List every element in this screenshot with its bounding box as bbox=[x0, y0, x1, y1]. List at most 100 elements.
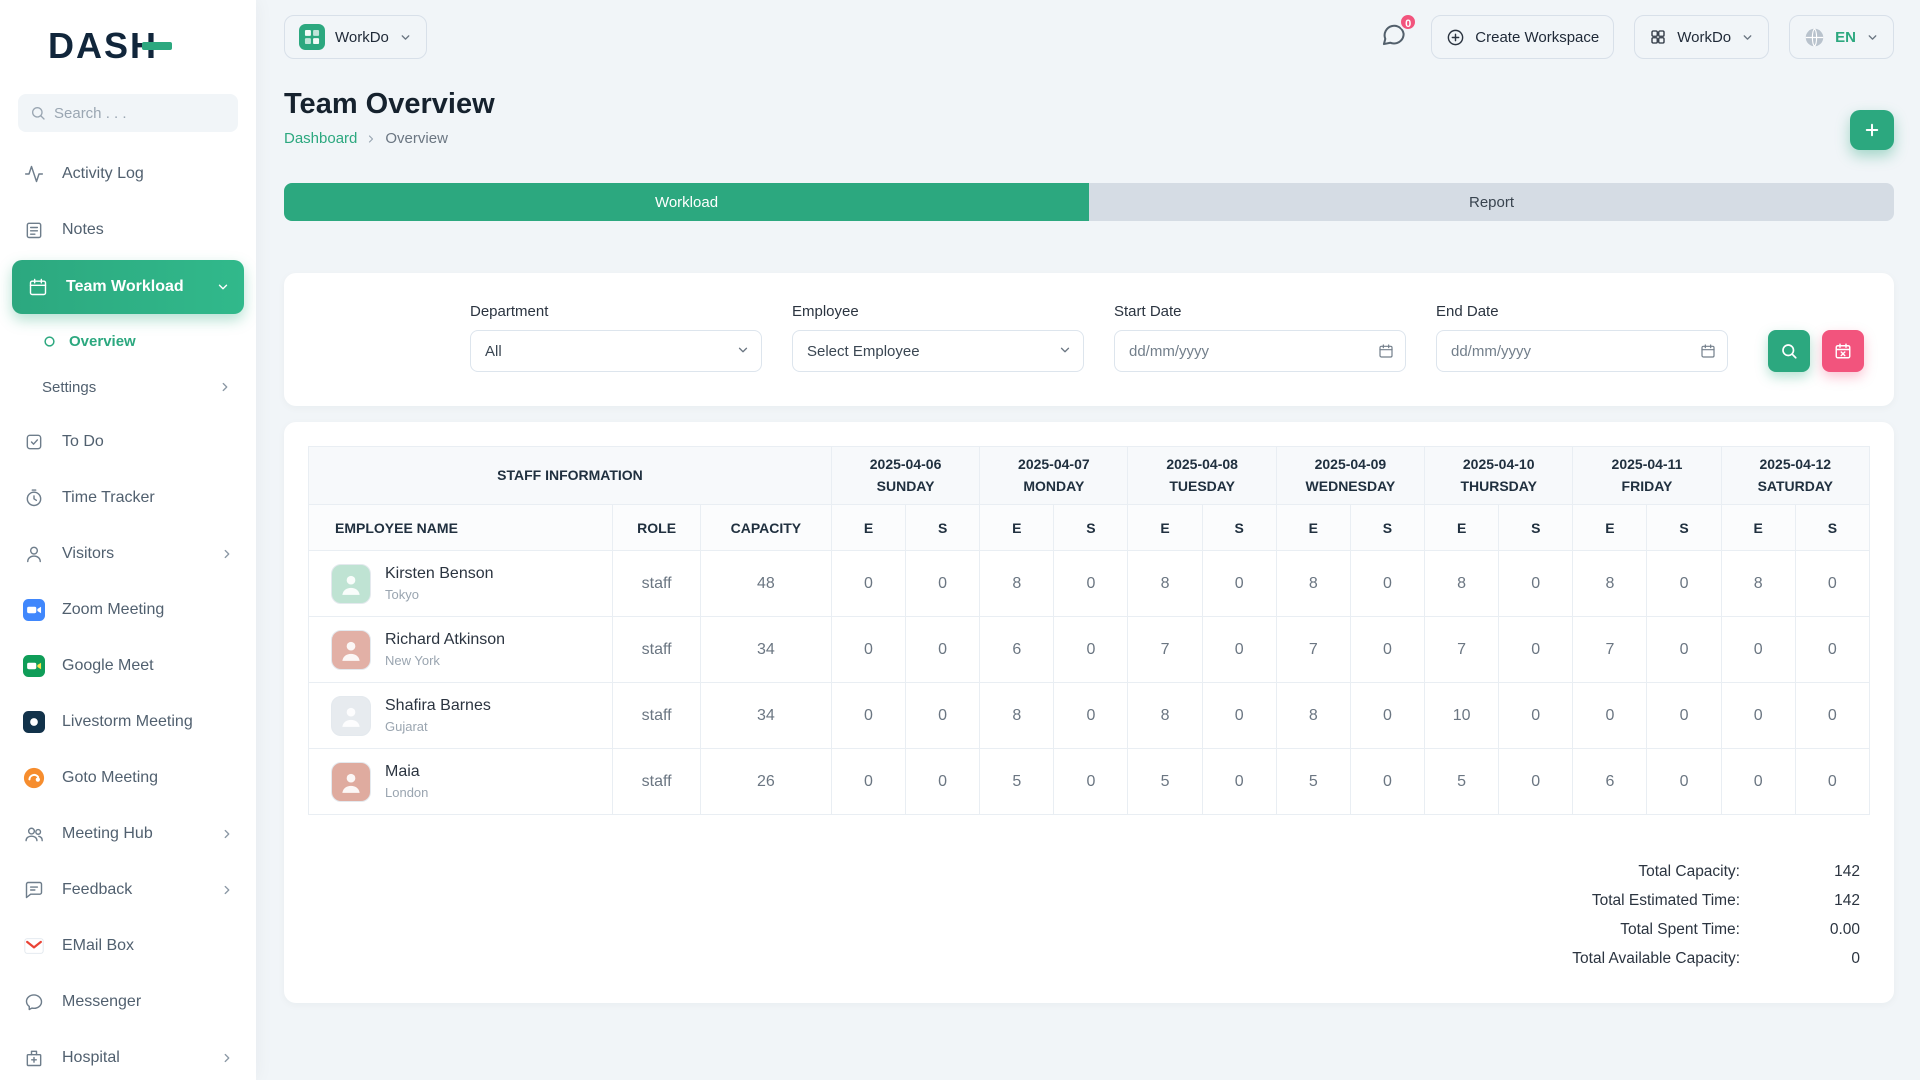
sidebar-item-label: Team Workload bbox=[66, 278, 184, 296]
spent-cell: 0 bbox=[1054, 749, 1128, 815]
sidebar-subitem-settings[interactable]: Settings bbox=[0, 364, 256, 410]
add-button[interactable] bbox=[1850, 110, 1894, 150]
sidebar-item-email-box[interactable]: EMail Box bbox=[0, 918, 256, 974]
estimate-cell: 7 bbox=[1573, 617, 1647, 683]
spent-header: S bbox=[1499, 505, 1573, 551]
sidebar-item-time-tracker[interactable]: Time Tracker bbox=[0, 470, 256, 526]
spent-header: S bbox=[906, 505, 980, 551]
estimate-cell: 0 bbox=[831, 683, 905, 749]
spent-cell: 0 bbox=[1499, 749, 1573, 815]
table-row: Richard AtkinsonNew Yorkstaff34006070707… bbox=[309, 617, 1870, 683]
department-select[interactable]: All bbox=[470, 330, 762, 372]
sidebar-item-livestorm-meeting[interactable]: Livestorm Meeting bbox=[0, 694, 256, 750]
grid-icon bbox=[1649, 28, 1667, 46]
overview-dot-icon bbox=[42, 334, 57, 349]
sidebar-item-label: EMail Box bbox=[62, 937, 134, 955]
table-row: Shafira BarnesGujaratstaff34008080801000… bbox=[309, 683, 1870, 749]
staff-information-header: STAFF INFORMATION bbox=[309, 447, 832, 505]
sidebar-subitem-overview[interactable]: Overview bbox=[0, 318, 256, 364]
sidebar-item-label: Livestorm Meeting bbox=[62, 713, 193, 731]
workload-table: STAFF INFORMATION 2025-04-06SUNDAY2025-0… bbox=[308, 446, 1870, 815]
end-date-field: End Date bbox=[1436, 303, 1728, 372]
employee-name: Richard Atkinson bbox=[385, 631, 505, 649]
apps-dropdown-button[interactable]: WorkDo bbox=[1634, 15, 1769, 59]
capacity-cell: 34 bbox=[700, 683, 831, 749]
role-header: ROLE bbox=[613, 505, 700, 551]
employee-location: Tokyo bbox=[385, 587, 494, 602]
spent-cell: 0 bbox=[1350, 683, 1424, 749]
sidebar-item-visitors[interactable]: Visitors bbox=[0, 526, 256, 582]
sidebar-item-hospital[interactable]: Hospital bbox=[0, 1030, 256, 1080]
day-header: 2025-04-07MONDAY bbox=[980, 447, 1128, 505]
table-row: MaiaLondonstaff2600505050506000 bbox=[309, 749, 1870, 815]
sidebar-item-goto-meeting[interactable]: Goto Meeting bbox=[0, 750, 256, 806]
search-icon bbox=[30, 105, 46, 121]
sidebar-item-feedback[interactable]: Feedback bbox=[0, 862, 256, 918]
create-workspace-button[interactable]: Create Workspace bbox=[1431, 15, 1614, 59]
sidebar-submenu: Overview Settings bbox=[0, 316, 256, 414]
sidebar-item-label: Hospital bbox=[62, 1049, 120, 1067]
sidebar-item-activity-log[interactable]: Activity Log bbox=[0, 146, 256, 202]
plus-icon bbox=[1863, 121, 1881, 139]
estimate-cell: 0 bbox=[1721, 683, 1795, 749]
employee-cell: Kirsten BensonTokyo bbox=[309, 551, 613, 617]
spent-cell: 0 bbox=[906, 617, 980, 683]
sidebar-item-label: Activity Log bbox=[62, 165, 144, 183]
estimate-cell: 7 bbox=[1276, 617, 1350, 683]
role-cell: staff bbox=[613, 749, 700, 815]
total-label: Total Capacity: bbox=[1638, 863, 1740, 881]
sidebar-item-google-meet[interactable]: Google Meet bbox=[0, 638, 256, 694]
day-weekday: SUNDAY bbox=[832, 476, 979, 498]
day-date: 2025-04-10 bbox=[1425, 454, 1572, 476]
end-date-label: End Date bbox=[1436, 303, 1728, 320]
sidebar-item-messenger[interactable]: Messenger bbox=[0, 974, 256, 1030]
search-filter-button[interactable] bbox=[1768, 330, 1810, 372]
sidebar-item-zoom-meeting[interactable]: Zoom Meeting bbox=[0, 582, 256, 638]
users-icon bbox=[22, 822, 46, 846]
estimate-header: E bbox=[1573, 505, 1647, 551]
sidebar-item-team-workload[interactable]: Team Workload bbox=[12, 260, 244, 314]
sidebar-item-notes[interactable]: Notes bbox=[0, 202, 256, 258]
total-label: Total Available Capacity: bbox=[1572, 950, 1740, 968]
estimate-cell: 7 bbox=[1425, 617, 1499, 683]
sidebar-item-label: Feedback bbox=[62, 881, 132, 899]
employee-name: Shafira Barnes bbox=[385, 697, 491, 715]
estimate-cell: 5 bbox=[1276, 749, 1350, 815]
sidebar-item-to-do[interactable]: To Do bbox=[0, 414, 256, 470]
chat-button[interactable]: 0 bbox=[1380, 21, 1407, 53]
day-header: 2025-04-10THURSDAY bbox=[1425, 447, 1573, 505]
spent-cell: 0 bbox=[1054, 683, 1128, 749]
sidebar-item-meeting-hub[interactable]: Meeting Hub bbox=[0, 806, 256, 862]
estimate-cell: 5 bbox=[1128, 749, 1202, 815]
search-input[interactable] bbox=[18, 94, 238, 132]
spent-cell: 0 bbox=[1795, 683, 1869, 749]
tab-workload[interactable]: Workload bbox=[284, 183, 1089, 221]
language-dropdown-button[interactable]: EN bbox=[1789, 15, 1894, 59]
estimate-header: E bbox=[1425, 505, 1499, 551]
breadcrumb-dashboard-link[interactable]: Dashboard bbox=[284, 130, 357, 147]
spent-cell: 0 bbox=[1054, 551, 1128, 617]
breadcrumb-current: Overview bbox=[385, 130, 448, 147]
end-date-input[interactable] bbox=[1436, 330, 1728, 372]
workspace-switcher[interactable]: WorkDo bbox=[284, 15, 427, 59]
topbar: WorkDo 0 Create Workspace WorkDo EN bbox=[284, 0, 1894, 74]
tab-report[interactable]: Report bbox=[1089, 183, 1894, 221]
sidebar-item-label: Time Tracker bbox=[62, 489, 155, 507]
sidebar-subitem-label: Overview bbox=[69, 333, 136, 350]
employee-select[interactable]: Select Employee bbox=[792, 330, 1084, 372]
start-date-field: Start Date bbox=[1114, 303, 1406, 372]
workload-table-body: Kirsten BensonTokyostaff4800808080808080… bbox=[309, 551, 1870, 815]
start-date-input[interactable] bbox=[1114, 330, 1406, 372]
reset-filter-button[interactable] bbox=[1822, 330, 1864, 372]
day-date: 2025-04-12 bbox=[1722, 454, 1869, 476]
avatar bbox=[331, 762, 371, 802]
estimate-cell: 0 bbox=[831, 749, 905, 815]
sidebar-subitem-label: Settings bbox=[42, 379, 96, 396]
sidebar-item-label: Meeting Hub bbox=[62, 825, 153, 843]
total-line-total-capacity: Total Capacity:142 bbox=[308, 857, 1860, 886]
employee-cell: Shafira BarnesGujarat bbox=[309, 683, 613, 749]
capacity-cell: 34 bbox=[700, 617, 831, 683]
spent-cell: 0 bbox=[1647, 683, 1721, 749]
view-tabs: Workload Report bbox=[284, 183, 1894, 221]
capacity-cell: 48 bbox=[700, 551, 831, 617]
